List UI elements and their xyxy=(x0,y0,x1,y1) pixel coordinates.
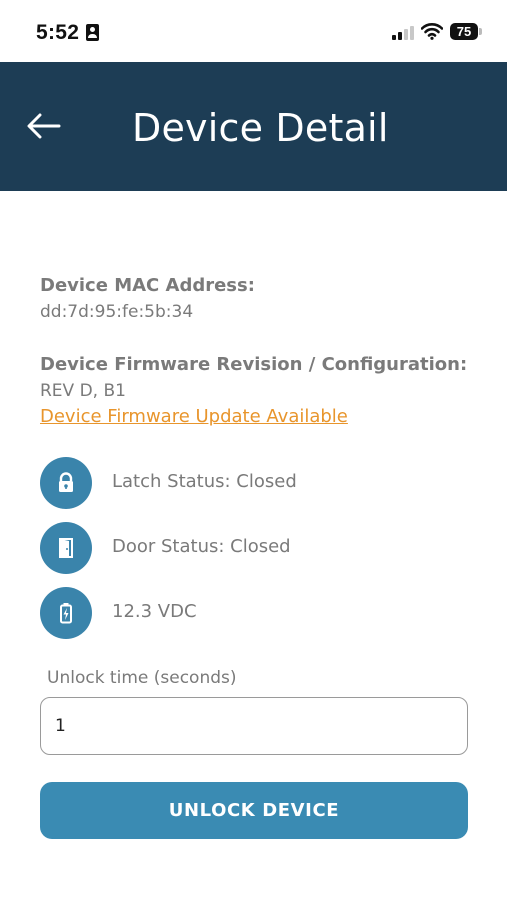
wifi-icon xyxy=(421,23,443,40)
latch-status-row: Latch Status: Closed xyxy=(40,457,460,509)
door-status-text: Door Status: Closed xyxy=(112,536,291,557)
latch-status-text: Latch Status: Closed xyxy=(112,471,297,492)
firmware-value: REV D, B1 xyxy=(40,381,126,401)
firmware-label: Device Firmware Revision / Configuration… xyxy=(40,354,468,375)
mac-address-label: Device MAC Address: xyxy=(40,275,255,296)
status-time: 5:52 xyxy=(36,21,80,44)
battery-charging-icon xyxy=(40,587,92,639)
unlock-time-input[interactable] xyxy=(40,697,468,755)
door-icon xyxy=(40,522,92,574)
door-status-row: Door Status: Closed xyxy=(40,522,460,574)
voltage-text: 12.3 VDC xyxy=(112,601,197,622)
firmware-update-link[interactable]: Device Firmware Update Available xyxy=(40,406,348,427)
lock-icon xyxy=(40,457,92,509)
page-title: Device Detail xyxy=(132,106,389,150)
unlock-time-label: Unlock time (seconds) xyxy=(47,668,237,688)
back-arrow-icon xyxy=(27,113,61,139)
cellular-signal-icon xyxy=(392,24,416,40)
voltage-status-row: 12.3 VDC xyxy=(40,587,460,639)
status-bar: 5:52 75 xyxy=(0,0,507,62)
back-button[interactable] xyxy=(22,106,66,146)
mac-address-value: dd:7d:95:fe:5b:34 xyxy=(40,302,194,322)
unlock-device-button[interactable]: UNLOCK DEVICE xyxy=(40,782,468,839)
app-header: Device Detail xyxy=(0,62,507,191)
contact-card-icon xyxy=(86,24,99,41)
battery-icon: 75 xyxy=(450,23,478,40)
battery-tip xyxy=(479,28,482,35)
